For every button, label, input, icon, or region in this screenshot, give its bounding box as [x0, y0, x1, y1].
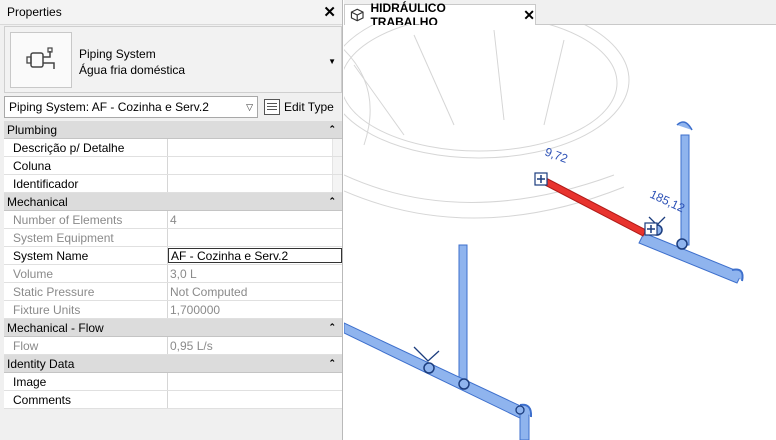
model-drawing[interactable]: 9,72 185,12: [328, 1, 776, 440]
close-tab-icon[interactable]: ✕: [523, 7, 535, 24]
type-selector-text: Piping System Água fria doméstica: [79, 46, 185, 78]
property-name: Flow: [4, 337, 168, 354]
properties-header: Properties ✕: [0, 0, 342, 25]
property-value[interactable]: [168, 373, 342, 390]
property-name: Comments: [4, 391, 168, 408]
property-name: Identificador: [4, 175, 168, 192]
property-name: Descrição p/ Detalhe: [4, 139, 168, 156]
property-row: Volume 3,0 L: [4, 265, 342, 283]
property-row[interactable]: Comments: [4, 391, 342, 409]
property-row: Flow 0,95 L/s: [4, 337, 342, 355]
system-name-input[interactable]: AF - Cozinha e Serv.2: [168, 248, 342, 263]
group-identity-data[interactable]: Identity Data ⌃: [4, 355, 342, 373]
selected-pipe[interactable]: [534, 172, 658, 237]
scrollbar[interactable]: [332, 157, 342, 174]
instance-row: Piping System: AF - Cozinha e Serv.2 ▽ E…: [4, 96, 342, 118]
close-icon[interactable]: ✕: [323, 5, 336, 20]
property-name: Image: [4, 373, 168, 390]
type-name: Água fria doméstica: [79, 63, 186, 77]
group-label: Plumbing: [7, 122, 58, 137]
property-name: Volume: [4, 265, 168, 282]
instance-filter-value: Piping System: AF - Cozinha e Serv.2: [9, 100, 209, 114]
dropdown-arrow-icon[interactable]: ▼: [328, 57, 336, 66]
property-row[interactable]: Image: [4, 373, 342, 391]
collapse-icon[interactable]: ⌃: [328, 322, 336, 333]
edit-type-button[interactable]: Edit Type: [264, 96, 334, 118]
edit-type-label: Edit Type: [284, 100, 334, 114]
property-row: Number of Elements 4: [4, 211, 342, 229]
edit-type-icon: [264, 99, 280, 115]
property-value: Not Computed: [170, 284, 248, 299]
dimension-label[interactable]: 9,72: [543, 145, 570, 166]
chevron-down-icon: ▽: [246, 101, 253, 112]
piping-system-icon: [10, 32, 72, 88]
properties-palette: Properties ✕ Piping System Água fria dom…: [0, 0, 343, 440]
revit-window: Properties ✕ Piping System Água fria dom…: [0, 0, 776, 440]
collapse-icon[interactable]: ⌃: [328, 124, 336, 135]
group-label: Mechanical: [7, 194, 68, 209]
property-value: 4: [170, 212, 177, 227]
group-label: Identity Data: [7, 356, 75, 371]
property-name: Coluna: [4, 157, 168, 174]
property-value: [168, 229, 342, 246]
tank-outline: [328, 1, 630, 219]
group-mechanical-flow[interactable]: Mechanical - Flow ⌃: [4, 319, 342, 337]
property-name: System Equipment: [4, 229, 168, 246]
property-row: Fixture Units 1,700000: [4, 301, 342, 319]
property-value[interactable]: [168, 391, 342, 408]
properties-grid: Plumbing ⌃ Descrição p/ Detalhe Coluna I…: [4, 121, 342, 409]
3d-view-icon: [350, 8, 364, 22]
type-family: Piping System: [79, 47, 156, 61]
left-pipe-branch[interactable]: [343, 244, 533, 440]
property-row[interactable]: System Name AF - Cozinha e Serv.2: [4, 247, 342, 265]
group-plumbing[interactable]: Plumbing ⌃: [4, 121, 342, 139]
scrollbar[interactable]: [332, 175, 342, 192]
instance-filter-combo[interactable]: Piping System: AF - Cozinha e Serv.2 ▽: [4, 96, 258, 118]
property-name: Fixture Units: [4, 301, 168, 318]
property-value: 3,0 L: [170, 266, 197, 281]
property-row[interactable]: Coluna: [4, 157, 342, 175]
property-name: System Name: [4, 247, 168, 264]
property-row[interactable]: Descrição p/ Detalhe: [4, 139, 342, 157]
property-value[interactable]: [168, 157, 332, 174]
type-selector[interactable]: Piping System Água fria doméstica ▼: [4, 26, 342, 93]
property-row: Static Pressure Not Computed: [4, 283, 342, 301]
property-row[interactable]: Identificador: [4, 175, 342, 193]
collapse-icon[interactable]: ⌃: [328, 196, 336, 207]
scrollbar[interactable]: [332, 139, 342, 156]
collapse-icon[interactable]: ⌃: [328, 358, 336, 369]
group-label: Mechanical - Flow: [7, 320, 104, 335]
property-value: 1,700000: [170, 302, 221, 317]
properties-title: Properties: [7, 5, 62, 19]
property-name: Number of Elements: [4, 211, 168, 228]
property-name: Static Pressure: [4, 283, 168, 300]
property-row: System Equipment: [4, 229, 342, 247]
property-value[interactable]: [168, 139, 332, 156]
view-tab[interactable]: HIDRÁULICO TRABALHO ✕: [344, 1, 536, 29]
3d-view-canvas[interactable]: 9,72 185,12: [328, 1, 776, 440]
property-value[interactable]: [168, 175, 332, 192]
group-mechanical[interactable]: Mechanical ⌃: [4, 193, 342, 211]
property-value: 0,95 L/s: [170, 338, 213, 353]
